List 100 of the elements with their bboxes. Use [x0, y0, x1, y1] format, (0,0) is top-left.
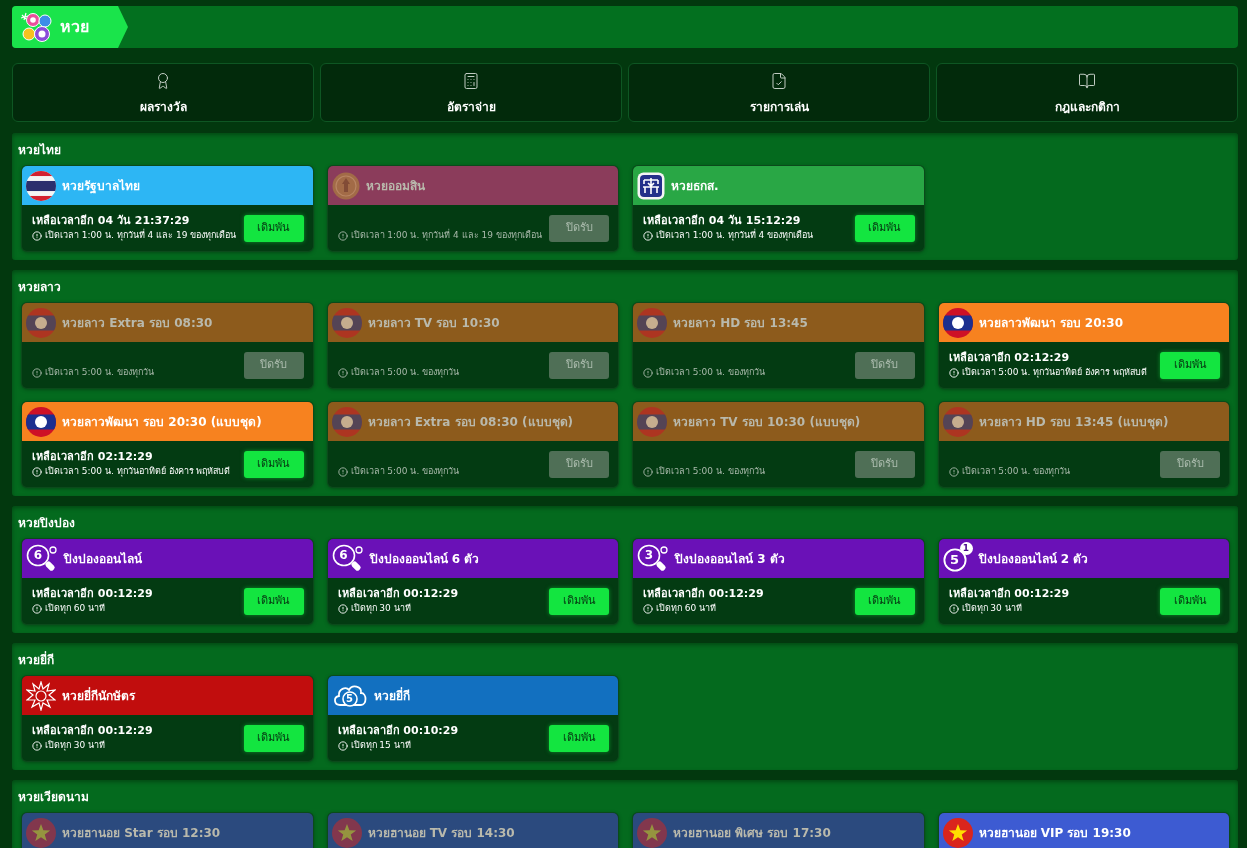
countdown-text: เหลือเวลาอีก 00:12:29	[337, 585, 459, 602]
lao-flag-icon	[637, 307, 667, 338]
lottery-card[interactable]: หวยลาว HD รอบ 13:45 เปิดเวลา 5:00 น. ของทุกวัน ปิดรับ	[633, 303, 924, 388]
alert-icon	[337, 467, 348, 477]
paddle-icon	[331, 543, 364, 574]
card-title: หวยฮานอย TV รอบ 14:30	[367, 824, 515, 842]
bet-button[interactable]: เดิมพัน	[549, 587, 609, 615]
alert-icon	[32, 741, 42, 751]
bet-button[interactable]: เดิมพัน	[243, 214, 304, 242]
alert-icon	[643, 604, 653, 614]
alert-icon	[32, 604, 42, 614]
lao-flag-icon	[942, 406, 973, 437]
card-title: หวยยี่กีนักษัตร	[62, 686, 135, 705]
icon-number: 5	[345, 691, 354, 706]
bet-button[interactable]: เดิมพัน	[854, 214, 915, 242]
countdown-text: เหลือเวลาอีก 02:12:29	[948, 349, 1070, 366]
schedule-text: เปิดเวลา 5:00 น. ของทุกวัน	[350, 366, 460, 380]
alert-icon	[948, 604, 959, 614]
bet-button[interactable]: เดิมพัน	[1160, 587, 1220, 615]
document-check-icon	[770, 72, 788, 90]
lottery-card[interactable]: 6 ปิงปองออนไลน์ 6 ตัว เหลือเวลาอีก 00:12:29 เปิดทุก 30 นาที เดิมพัน	[327, 539, 618, 624]
schedule-text: เปิดเวลา 5:00 น. ทุกวันอาทิตย์ อังคาร พฤหัสบดี	[45, 465, 231, 479]
nav-button[interactable]: กฎและกติกา	[936, 63, 1238, 122]
alert-icon	[643, 368, 653, 378]
lottery-card[interactable]: หวยฮานอย พิเศษ รอบ 17:30	[633, 813, 924, 848]
schedule-text: เปิดเวลา 5:00 น. ทุกวันอาทิตย์ อังคาร พฤหัสบดี	[961, 366, 1147, 380]
bet-button[interactable]: เดิมพัน	[243, 450, 304, 478]
alert-icon	[337, 231, 348, 241]
card-title: หวยลาว TV รอบ 10:30 (แบบชุด)	[673, 413, 861, 431]
card-title: หวยลาว Extra รอบ 08:30	[62, 314, 213, 332]
icon-number: 6	[33, 546, 43, 563]
countdown-text: เหลือเวลาอีก 00:12:29	[643, 585, 764, 602]
vietnam-flag-icon	[637, 817, 667, 848]
alert-icon	[32, 467, 42, 477]
alert-icon	[32, 368, 42, 378]
countdown-text: เหลือเวลาอีก 00:12:29	[32, 585, 153, 602]
alert-icon	[337, 604, 348, 614]
vietnam-flag-icon	[331, 817, 362, 848]
emblem-icon	[331, 171, 360, 200]
bet-button[interactable]: เดิมพัน	[243, 587, 304, 615]
lao-flag-icon	[26, 307, 56, 338]
alert-icon	[32, 231, 42, 241]
card-title: หวยฮานอย VIP รอบ 19:30	[978, 824, 1131, 842]
sunburst-icon	[26, 680, 56, 711]
schedule-text: เปิดทุก 60 นาที	[45, 602, 106, 616]
icon-number: 5	[948, 550, 960, 569]
card-title: ปิงปองออนไลน์ 3 ตัว	[675, 550, 785, 568]
bet-button[interactable]: เดิมพัน	[549, 724, 609, 752]
paddle-icon	[637, 543, 669, 574]
schedule-text: เปิดเวลา 5:00 น. ของทุกวัน	[961, 465, 1071, 479]
book-icon	[1078, 72, 1096, 90]
alert-icon	[948, 467, 959, 477]
schedule-text: เปิดทุก 60 นาที	[656, 602, 717, 616]
countdown-text: เหลือเวลาอีก 00:10:29	[337, 722, 459, 739]
schedule-text: เปิดเวลา 5:00 น. ของทุกวัน	[350, 465, 460, 479]
lao-flag-icon	[331, 406, 362, 437]
card-title: หวยลาว HD รอบ 13:45 (แบบชุด)	[978, 413, 1169, 431]
lottery-card[interactable]: หวยรัฐบาลไทย เหลือเวลาอีก 04 วัน 21:37:29 เปิดเวลา 1:00 น. ทุกวันที่ 4 และ 19 ของทุกเดือน เดิมพัน	[22, 166, 313, 251]
alert-icon	[337, 368, 348, 378]
nav-button[interactable]: อัตราจ่าย	[320, 63, 622, 122]
countdown-text: เหลือเวลาอีก 02:12:29	[32, 448, 153, 465]
card-title: หวยธกส.	[671, 177, 719, 195]
schedule-text: เปิดเวลา 5:00 น. ของทุกวัน	[45, 366, 154, 380]
lottery-card[interactable]: หวยลาว TV รอบ 10:30 เปิดเวลา 5:00 น. ของทุกวัน ปิดรับ	[327, 303, 618, 388]
nav-button[interactable]: รายการเล่น	[628, 63, 930, 122]
lottery-card[interactable]: หวยลาวพัฒนา รอบ 20:30 (แบบชุด) เหลือเวลาอีก 02:12:29 เปิดเวลา 5:00 น. ทุกวันอาทิตย์ อังคาร พฤหัสบดี เดิมพัน	[22, 402, 313, 487]
calculator-icon	[462, 72, 480, 90]
lottery-card[interactable]: 5 1 ปิงปองออนไลน์ 2 ตัว เหลือเวลาอีก 00:12:29 เปิดทุก 30 นาที เดิมพัน	[938, 539, 1229, 624]
lottery-balls-icon	[20, 11, 54, 43]
card-title: หวยรัฐบาลไทย	[62, 177, 140, 195]
lottery-card[interactable]: 5 หวยยี่กี เหลือเวลาอีก 00:10:29 เปิดทุก 15 นาที เดิมพัน	[327, 676, 618, 761]
section-title: หวยยี่กี	[18, 651, 55, 669]
lottery-card[interactable]: หวยยี่กีนักษัตร เหลือเวลาอีก 00:12:29 เปิดทุก 30 นาที เดิมพัน	[22, 676, 313, 761]
lottery-card[interactable]: 6 ปิงปองออนไลน์ เหลือเวลาอีก 00:12:29 เปิดทุก 60 นาที เดิมพัน	[22, 539, 313, 624]
lottery-card[interactable]: หวยลาว Extra รอบ 08:30 (แบบชุด) เปิดเวลา 5:00 น. ของทุกวัน ปิดรับ	[327, 402, 618, 487]
bet-button[interactable]: เดิมพัน	[1160, 351, 1220, 379]
icon-number: 6	[338, 546, 349, 563]
lottery-card[interactable]: หวยลาว TV รอบ 10:30 (แบบชุด) เปิดเวลา 5:00 น. ของทุกวัน ปิดรับ	[633, 402, 924, 487]
lao-flag-icon	[637, 406, 667, 437]
card-title: ปิงปองออนไลน์ 6 ตัว	[369, 550, 480, 568]
lao-flag-icon	[942, 307, 973, 338]
lottery-card[interactable]: หวยธกส. เหลือเวลาอีก 04 วัน 15:12:29 เปิดเวลา 1:00 น. ทุกวันที่ 4 ของทุกเดือน เดิมพัน	[633, 166, 924, 251]
bet-button[interactable]: เดิมพัน	[854, 587, 915, 615]
card-title: หวยลาว HD รอบ 13:45	[673, 314, 808, 332]
section-title: หวยไทย	[18, 142, 62, 159]
lottery-card[interactable]: หวยออมสิน เปิดเวลา 1:00 น. ทุกวันที่ 4 และ 19 ของทุกเดือน ปิดรับ	[327, 166, 618, 251]
lottery-card[interactable]: หวยฮานอย Star รอบ 12:30	[22, 813, 313, 848]
lottery-card[interactable]: 3 ปิงปองออนไลน์ 3 ตัว เหลือเวลาอีก 00:12:29 เปิดทุก 60 นาที เดิมพัน	[633, 539, 924, 624]
section-title: หวยปิงปอง	[18, 515, 76, 532]
nav-button[interactable]: ผลรางวัล	[12, 63, 314, 122]
bet-button[interactable]: เดิมพัน	[243, 724, 304, 752]
lottery-card[interactable]: หวยลาวพัฒนา รอบ 20:30 เหลือเวลาอีก 02:12:29 เปิดเวลา 5:00 น. ทุกวันอาทิตย์ อังคาร พฤหัสบดี เดิมพัน	[938, 303, 1229, 388]
card-title: หวยยี่กี	[373, 686, 410, 705]
lottery-card[interactable]: หวยฮานอย TV รอบ 14:30	[327, 813, 618, 848]
alert-icon	[643, 231, 653, 241]
lottery-card[interactable]: หวยฮานอย VIP รอบ 19:30	[938, 813, 1229, 848]
lottery-card[interactable]: หวยลาว HD รอบ 13:45 (แบบชุด) เปิดเวลา 5:00 น. ของทุกวัน ปิดรับ	[938, 402, 1229, 487]
vietnam-flag-icon	[26, 817, 56, 848]
card-title: หวยลาวพัฒนา รอบ 20:30 (แบบชุด)	[62, 413, 262, 431]
lottery-card[interactable]: หวยลาว Extra รอบ 08:30 เปิดเวลา 5:00 น. ของทุกวัน ปิดรับ	[22, 303, 313, 388]
